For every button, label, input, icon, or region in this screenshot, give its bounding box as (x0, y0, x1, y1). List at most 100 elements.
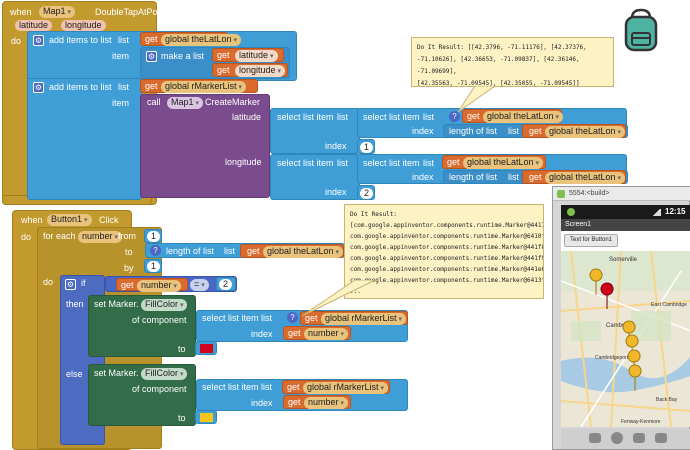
number-value[interactable]: 2 (219, 279, 233, 290)
circle-button-icon[interactable] (611, 432, 623, 444)
select-label: select list item (277, 112, 334, 122)
by-number[interactable]: 1 (144, 259, 162, 273)
emulator-app-icon (557, 190, 565, 198)
index-label: index (251, 329, 273, 339)
of-component-label: of component (132, 384, 187, 394)
note-line: com.google.appinventor.components.runtim… (350, 255, 544, 262)
var-dropdown[interactable]: number (304, 328, 348, 340)
get-rMarkerList[interactable]: get global rMarkerList (140, 79, 258, 93)
get-longitude[interactable]: get longitude (212, 63, 288, 77)
map-graphic: Somerville Cambridge Cambridgeport Back … (561, 251, 690, 427)
note-line: com.google.appinventor.components.runtim… (350, 266, 544, 273)
get-number-else[interactable]: get number (283, 395, 351, 409)
note-line: -71.10626], [42.36653, -71.09837], [42.3… (417, 56, 580, 75)
emulator-window[interactable]: 5554:<build> 12:15 Screen1 Text for Butt… (552, 186, 690, 450)
var-dropdown[interactable]: longitude (235, 65, 286, 77)
gear-icon[interactable]: ⚙ (33, 35, 44, 46)
note-line: com.google.appinventor.components.runtim… (350, 244, 544, 251)
help-icon[interactable]: ? (287, 312, 298, 323)
index-number-2[interactable]: 2 (357, 185, 375, 200)
var-dropdown[interactable]: global theLatLon (263, 246, 344, 258)
from-number[interactable]: 1 (144, 229, 162, 243)
backpack-icon[interactable] (620, 8, 662, 52)
phone-screen[interactable]: 12:15 Screen1 Text for Button1 Somervill… (561, 205, 690, 427)
make-list-label: make a list (161, 51, 205, 61)
get-label: get (145, 81, 158, 91)
button1[interactable]: Text for Button1 (564, 234, 618, 247)
list-label: list (118, 35, 129, 45)
component-dropdown[interactable]: Map1 (39, 6, 75, 18)
var-dropdown[interactable]: latitude (235, 50, 278, 62)
get-theLatLon-6[interactable]: get global theLatLon (240, 244, 344, 258)
get-number-then[interactable]: get number (283, 326, 351, 340)
index-label: index (251, 398, 273, 408)
get-theLatLon-4[interactable]: get global theLatLon (442, 155, 546, 169)
get-number-if[interactable]: get number (116, 278, 188, 292)
component-dropdown[interactable]: Button1 (47, 214, 92, 226)
var-dropdown[interactable]: global rMarkerList (303, 382, 388, 394)
compare-number[interactable]: 2 (216, 277, 236, 291)
loop-var-dropdown[interactable]: number (78, 231, 122, 243)
gear-icon[interactable]: ⚙ (33, 82, 44, 93)
by-label: by (124, 263, 134, 273)
get-latitude[interactable]: get latitude (212, 48, 284, 62)
set-fillcolor-else[interactable]: set Marker. FillColor of component to (88, 364, 196, 426)
param-longitude[interactable]: longitude (61, 20, 106, 31)
do-label: do (11, 36, 22, 46)
number-value[interactable]: 2 (360, 188, 374, 199)
color-block-else[interactable] (195, 410, 217, 424)
param-latitude[interactable]: latitude (15, 20, 53, 31)
call-component-dropdown[interactable]: Map1 (167, 97, 203, 109)
list-label: list (118, 82, 129, 92)
help-icon[interactable]: ? (150, 245, 161, 256)
get-theLatLon-5[interactable]: get global theLatLon (522, 170, 626, 184)
get-theLatLon-1[interactable]: get global theLatLon (140, 32, 242, 46)
do-it-result-note-1: Do It Result: [[42.3796, -71.11176], [42… (411, 37, 614, 87)
get-rMarkerList-else[interactable]: get global rMarkerList (282, 380, 390, 394)
operator-dropdown[interactable]: = (190, 279, 209, 291)
var-dropdown[interactable]: global theLatLon (463, 157, 544, 169)
property-dropdown[interactable]: FillColor (141, 299, 188, 311)
var-dropdown[interactable]: global rMarkerList (161, 81, 246, 93)
var-dropdown[interactable]: number (137, 280, 181, 292)
arrow-button-icon[interactable] (633, 433, 645, 443)
var-dropdown[interactable]: global theLatLon (161, 34, 242, 46)
note-line: Do It Result: [[42.3796, -71.11176], [42… (417, 44, 587, 51)
select-list-item-2[interactable]: select list item list index (270, 154, 360, 200)
arrow-button-icon[interactable] (655, 433, 667, 443)
length-label: length of list (449, 126, 498, 136)
note-line: [com.google.appinventor.components.runti… (350, 222, 544, 229)
map-label-fenway: Fenway-Kenmore (621, 419, 661, 425)
number-value[interactable]: 1 (147, 261, 161, 272)
map-label-cambridgeport: Cambridgeport (595, 355, 629, 361)
app-body: Text for Button1 Somerville Cambridge Ca… (561, 231, 690, 427)
number-value[interactable]: 1 (147, 231, 161, 242)
var-dropdown[interactable]: global theLatLon (545, 126, 626, 138)
map-view[interactable]: Somerville Cambridge Cambridgeport Back … (561, 251, 690, 427)
index-number-1[interactable]: 1 (357, 139, 375, 154)
color-block-then[interactable] (195, 341, 217, 355)
from-label: from (118, 231, 136, 241)
status-time: 12:15 (665, 207, 686, 216)
emulator-title: 5554:<build> (569, 190, 610, 197)
gear-icon[interactable]: ⚙ (65, 279, 76, 290)
get-theLatLon-3[interactable]: get global theLatLon (522, 124, 626, 138)
var-dropdown[interactable]: number (304, 397, 348, 409)
if-label: if (81, 278, 86, 288)
set-label: set Marker. (94, 368, 139, 378)
yellow-color-swatch[interactable] (200, 413, 213, 422)
var-dropdown[interactable]: global theLatLon (545, 172, 626, 184)
camera-icon[interactable] (589, 433, 601, 443)
list-label: list (261, 313, 272, 323)
longitude-socket: longitude (225, 157, 262, 167)
create-marker-block[interactable]: call Map1 CreateMarker latitude longitud… (140, 94, 270, 198)
red-color-swatch[interactable] (200, 344, 213, 353)
add-items-block-2[interactable]: ⚙ add items to list list item (27, 78, 142, 200)
index-label: index (325, 187, 347, 197)
property-dropdown[interactable]: FillColor (141, 368, 188, 380)
set-fillcolor-then[interactable]: set Marker. FillColor of component to (88, 295, 196, 357)
select-list-item-1[interactable]: select list item list index (270, 108, 360, 154)
number-value[interactable]: 1 (360, 142, 374, 153)
add-items-label: add items to list (49, 35, 112, 45)
gear-icon[interactable]: ⚙ (146, 51, 157, 62)
